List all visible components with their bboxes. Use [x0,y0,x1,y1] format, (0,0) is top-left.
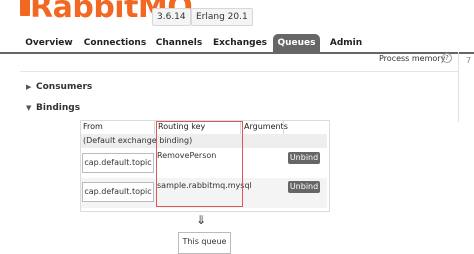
this-queue-box: This queue [178,232,231,254]
column-separator [154,120,155,134]
unbind-button[interactable]: Unbind [288,181,320,193]
help-icon[interactable]: ? [442,53,452,63]
tab-connections[interactable]: Connections [82,34,148,52]
divider [20,71,458,72]
column-header-arguments: Arguments [244,122,288,131]
process-memory-label: Process memory [379,54,446,63]
column-header-from: From [83,122,103,131]
tab-exchanges[interactable]: Exchanges [210,34,270,52]
erlang-version-badge: Erlang 20.1 [191,8,253,26]
consumers-label: Consumers [36,82,93,92]
column-separator [283,120,284,134]
tab-queues[interactable]: Queues [273,34,320,52]
tab-channels[interactable]: Channels [152,34,206,52]
rabbitmq-logo-icon [20,0,30,16]
version-badge: 3.6.14 [152,8,191,26]
tab-overview[interactable]: Overview [22,34,76,52]
arrow-down-icon: ⇓ [196,213,207,227]
caret-down-icon: ▼ [26,104,32,112]
exchange-link[interactable]: cap.default.topic [82,153,154,173]
bindings-section-header[interactable]: ▼ Bindings [26,101,80,115]
bindings-label: Bindings [36,103,81,113]
consumers-section-header[interactable]: ▶ Consumers [26,80,92,94]
routing-key-highlight [156,121,243,207]
caret-right-icon: ▶ [26,83,32,91]
clipped-value: 7 [466,56,472,65]
unbind-button[interactable]: Unbind [288,152,320,164]
tab-admin[interactable]: Admin [326,34,366,52]
exchange-link[interactable]: cap.default.topic [82,182,154,202]
